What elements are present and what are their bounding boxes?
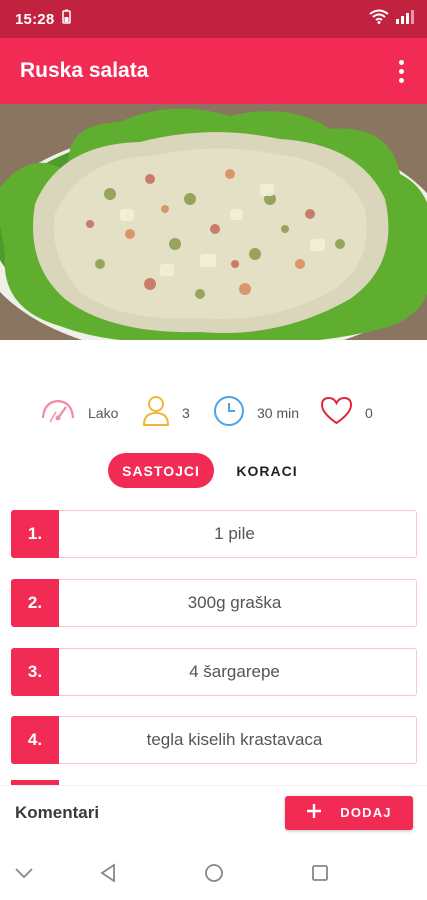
likes-count: 0 <box>365 405 373 421</box>
difficulty-label: Lako <box>88 405 119 421</box>
list-item: 2. 300g graška <box>11 578 417 627</box>
servings-label: 3 <box>182 405 190 421</box>
comments-label: Komentari <box>15 802 100 822</box>
item-number: 3. <box>11 647 59 696</box>
recipe-photo <box>0 104 427 340</box>
time-stat: 30 min <box>213 392 299 434</box>
recipe-screen: 15:28 Ruska salata Lako 3 30 min 0 SASTO… <box>0 0 427 900</box>
servings-stat: 3 <box>142 392 190 434</box>
list-item: 1. 1 pile <box>11 509 417 558</box>
app-bar: Ruska salata <box>0 38 427 104</box>
recents-icon[interactable] <box>306 859 334 887</box>
recipe-stats: Lako 3 30 min 0 <box>0 392 427 434</box>
list-item: 4. tegla kiselih krastavaca <box>11 715 417 764</box>
item-text: tegla kiselih krastavaca <box>146 730 323 749</box>
system-nav-bar <box>0 845 427 900</box>
back-icon[interactable] <box>94 859 122 887</box>
page-title: Ruska salata <box>20 59 149 82</box>
heart-icon[interactable] <box>320 396 353 431</box>
time-label: 30 min <box>257 405 300 421</box>
signal-icon <box>395 9 415 29</box>
status-time: 15:28 <box>15 10 55 28</box>
difficulty-stat: Lako <box>40 392 118 434</box>
item-text: 4 šargarepe <box>189 662 280 681</box>
plus-icon <box>306 803 322 822</box>
gauge-icon <box>40 396 76 431</box>
wifi-icon <box>369 9 389 29</box>
tab-ingredients[interactable]: SASTOJCI <box>108 453 214 488</box>
comments-bar: Komentari DODAJ <box>0 785 427 839</box>
chevron-down-icon[interactable] <box>10 859 38 887</box>
item-text: 300g graška <box>187 593 282 612</box>
add-comment-label: DODAJ <box>340 805 392 820</box>
home-icon[interactable] <box>200 859 228 887</box>
status-bar: 15:28 <box>0 0 427 38</box>
item-number: 1. <box>11 509 59 558</box>
recipe-tabs: SASTOJCI KORACI <box>0 453 427 489</box>
clock-icon <box>213 395 245 432</box>
person-icon <box>142 395 170 432</box>
likes-stat[interactable]: 0 <box>320 392 373 434</box>
battery-saver-icon <box>62 9 72 29</box>
item-number: 2. <box>11 578 59 627</box>
add-comment-button[interactable]: DODAJ <box>285 795 413 830</box>
item-text: 1 pile <box>214 524 255 543</box>
more-vert-icon[interactable] <box>389 51 413 91</box>
list-item: 3. 4 šargarepe <box>11 647 417 696</box>
item-number: 4. <box>11 715 59 764</box>
tab-steps[interactable]: KORACI <box>224 453 310 488</box>
